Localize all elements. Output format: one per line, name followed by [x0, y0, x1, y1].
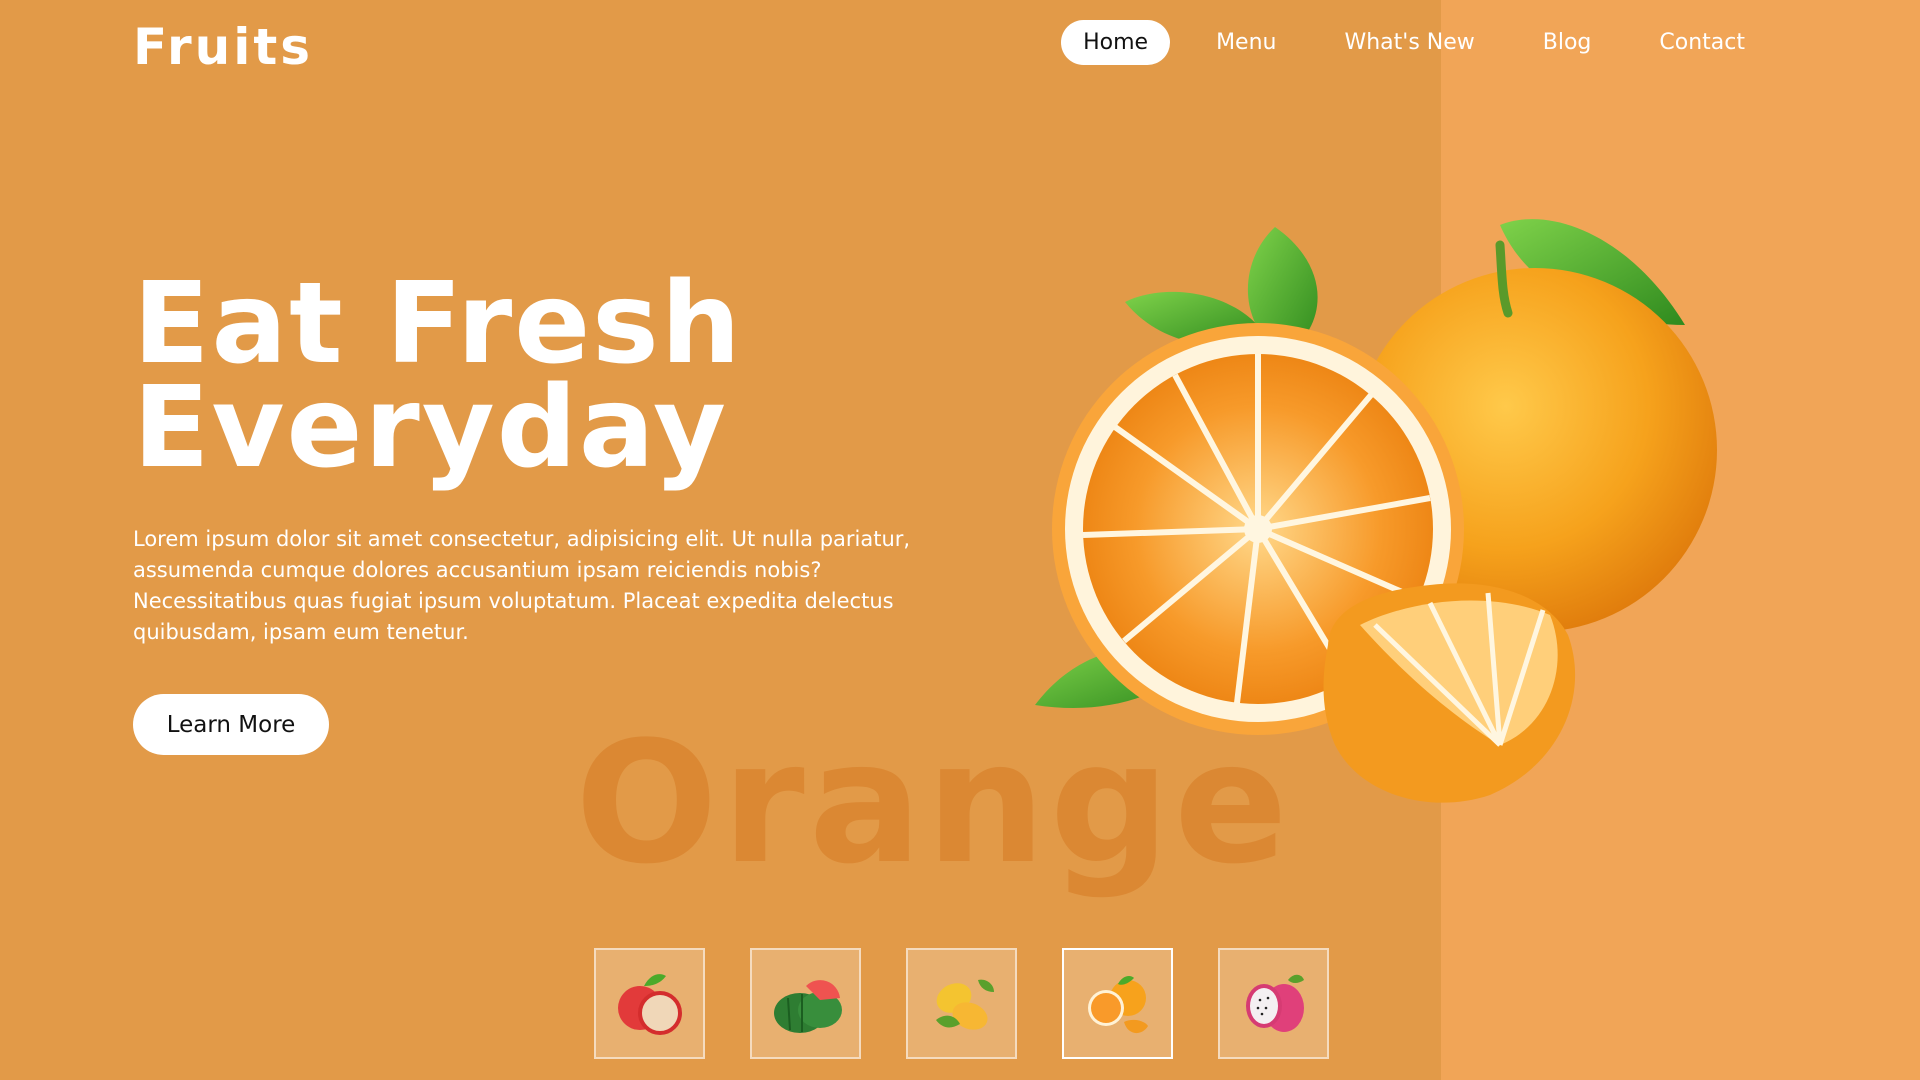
nav-blog[interactable]: Blog	[1521, 20, 1614, 65]
thumb-watermelon[interactable]	[750, 948, 861, 1059]
learn-more-button[interactable]: Learn More	[133, 694, 329, 755]
logo[interactable]: Fruits	[133, 18, 313, 76]
hero-title: Eat Fresh Everyday	[133, 259, 743, 493]
watermelon-icon	[773, 979, 842, 1033]
apple-icon	[617, 973, 682, 1035]
dragonfruit-icon	[1245, 974, 1304, 1032]
orange-icon	[1087, 975, 1148, 1033]
thumb-orange[interactable]	[1062, 948, 1173, 1059]
nav-home[interactable]: Home	[1061, 20, 1171, 65]
thumb-apple[interactable]	[594, 948, 705, 1059]
hero-title-line1: Eat Fresh	[133, 259, 743, 389]
thumb-mango[interactable]	[906, 948, 1017, 1059]
nav-whats-new[interactable]: What's New	[1322, 20, 1496, 65]
mango-icon	[935, 979, 994, 1030]
hero-description: Lorem ipsum dolor sit amet consectetur, …	[133, 527, 911, 644]
nav-contact[interactable]: Contact	[1637, 20, 1767, 65]
thumb-dragonfruit[interactable]	[1218, 948, 1329, 1059]
main-nav: Home Menu What's New Blog Contact	[1061, 20, 1767, 65]
hero-title-line2: Everyday	[133, 363, 729, 493]
orange-fruit-illustration	[1035, 219, 1717, 803]
nav-menu[interactable]: Menu	[1194, 20, 1298, 65]
fruit-thumbnails	[594, 948, 1329, 1059]
